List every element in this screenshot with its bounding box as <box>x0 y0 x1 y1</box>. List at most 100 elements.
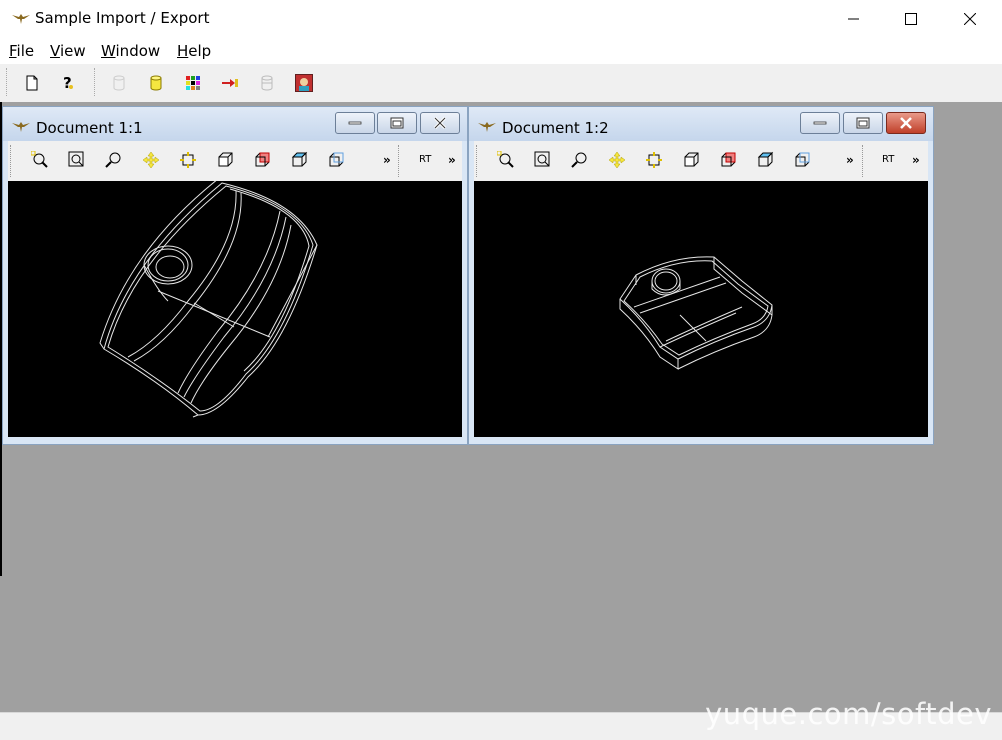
document-eagle-icon <box>478 122 496 132</box>
shading-disabled-icon <box>261 75 273 91</box>
minimize-button[interactable] <box>826 0 882 38</box>
document-restore-button[interactable] <box>377 112 417 134</box>
document-minimize-button[interactable] <box>335 112 375 134</box>
3d-viewport[interactable] <box>8 181 462 437</box>
minimize-icon <box>348 121 362 125</box>
front-view-button[interactable] <box>216 151 234 169</box>
document-title: Document 1:2 <box>502 119 609 137</box>
axonometric-view-button[interactable] <box>793 151 811 169</box>
new-document-icon <box>26 75 38 91</box>
top-view-cube-icon <box>757 151 774 167</box>
app-title-bar: Sample Import / Export <box>0 0 1002 38</box>
minimize-icon <box>813 121 827 125</box>
window-title: Sample Import / Export <box>35 9 210 27</box>
document-close-button[interactable] <box>420 112 460 134</box>
axonometric-view-button[interactable] <box>327 151 345 169</box>
pan-button[interactable] <box>608 151 626 169</box>
global-pan-icon <box>646 152 662 168</box>
document-close-button[interactable] <box>886 112 926 134</box>
top-view-button[interactable] <box>290 151 308 169</box>
global-pan-icon <box>180 152 196 168</box>
svg-text:?: ? <box>63 74 72 92</box>
wireframe-model <box>619 256 773 370</box>
front-view-button[interactable] <box>682 151 700 169</box>
arrow-import-icon <box>222 79 238 87</box>
help-question-icon: ? <box>63 74 73 92</box>
app-eagle-icon <box>12 14 30 24</box>
magnifier-icon <box>105 152 121 168</box>
new-document-button[interactable] <box>21 72 43 94</box>
zoom-fit-all-button[interactable] <box>68 151 86 169</box>
document-title-bar[interactable]: Document 1:1 <box>3 107 467 141</box>
axonometric-cube-icon <box>329 152 344 167</box>
toolbar-grip[interactable] <box>476 145 479 177</box>
document-restore-button[interactable] <box>843 112 883 134</box>
back-view-button[interactable] <box>253 151 271 169</box>
menu-view[interactable]: View <box>50 42 86 60</box>
front-view-cube-icon <box>218 152 233 167</box>
maximize-button[interactable] <box>883 0 939 38</box>
menu-window[interactable]: Window <box>101 42 160 60</box>
document-title-bar[interactable]: Document 1:2 <box>469 107 933 141</box>
back-view-cube-icon <box>721 152 736 167</box>
import-export-button[interactable] <box>219 72 241 94</box>
zoom-window-button[interactable] <box>497 151 515 169</box>
cylinder-button[interactable] <box>145 72 167 94</box>
toolbar-grip[interactable] <box>10 145 13 177</box>
3d-viewport[interactable] <box>474 181 928 437</box>
top-view-cube-icon <box>291 151 308 167</box>
top-view-button[interactable] <box>756 151 774 169</box>
pan-arrows-icon <box>142 151 160 169</box>
close-icon <box>964 13 976 25</box>
wireframe-model <box>99 181 318 418</box>
view-toolbar: » RT » <box>474 141 928 181</box>
pan-arrows-icon <box>608 151 626 169</box>
menu-help[interactable]: Help <box>177 42 211 60</box>
global-pan-button[interactable] <box>645 151 663 169</box>
more-tools-chevron[interactable]: » <box>846 153 854 167</box>
document-window-2[interactable]: Document 1:2 » RT » <box>468 106 934 445</box>
shading-button[interactable] <box>256 72 278 94</box>
more-rt-chevron[interactable]: » <box>912 153 920 167</box>
maximize-icon <box>905 13 917 25</box>
document-title: Document 1:1 <box>36 119 143 137</box>
cylinder-disabled-icon <box>113 75 125 91</box>
menu-file[interactable]: File <box>9 42 34 60</box>
more-rt-chevron[interactable]: » <box>448 153 456 167</box>
watermark-text: yuque.com/softdev <box>705 697 992 731</box>
toolbar-separator <box>94 68 97 96</box>
zoom-button[interactable] <box>571 151 589 169</box>
image-button[interactable] <box>293 72 315 94</box>
zoom-window-button[interactable] <box>31 151 49 169</box>
main-toolbar: ? <box>0 64 1002 103</box>
ray-tracing-button[interactable]: RT <box>882 154 894 165</box>
view-toolbar: » RT » <box>8 141 462 181</box>
restore-icon <box>856 117 870 129</box>
toolbar-separator <box>398 145 401 177</box>
pan-button[interactable] <box>142 151 160 169</box>
axonometric-cube-icon <box>795 152 810 167</box>
help-button[interactable]: ? <box>57 72 79 94</box>
zoom-fit-icon <box>68 151 84 167</box>
ray-tracing-button[interactable]: RT <box>419 154 431 165</box>
more-tools-chevron[interactable]: » <box>383 153 391 167</box>
back-view-cube-icon <box>255 152 270 167</box>
magnifier-icon <box>571 152 587 168</box>
minimize-icon <box>848 18 859 20</box>
front-view-cube-icon <box>684 152 699 167</box>
color-palette-button[interactable] <box>182 72 204 94</box>
zoom-button[interactable] <box>105 151 123 169</box>
zoom-window-icon <box>497 151 514 168</box>
picture-icon <box>295 74 313 92</box>
toolbar-separator <box>862 145 865 177</box>
zoom-fit-all-button[interactable] <box>534 151 552 169</box>
global-pan-button[interactable] <box>179 151 197 169</box>
back-view-button[interactable] <box>719 151 737 169</box>
toolbar-grip[interactable] <box>6 68 9 96</box>
zoom-fit-icon <box>534 151 550 167</box>
close-icon <box>433 117 447 129</box>
erase-button[interactable] <box>108 72 130 94</box>
close-button[interactable] <box>942 0 998 38</box>
document-minimize-button[interactable] <box>800 112 840 134</box>
document-window-1[interactable]: Document 1:1 » RT » <box>2 106 468 445</box>
